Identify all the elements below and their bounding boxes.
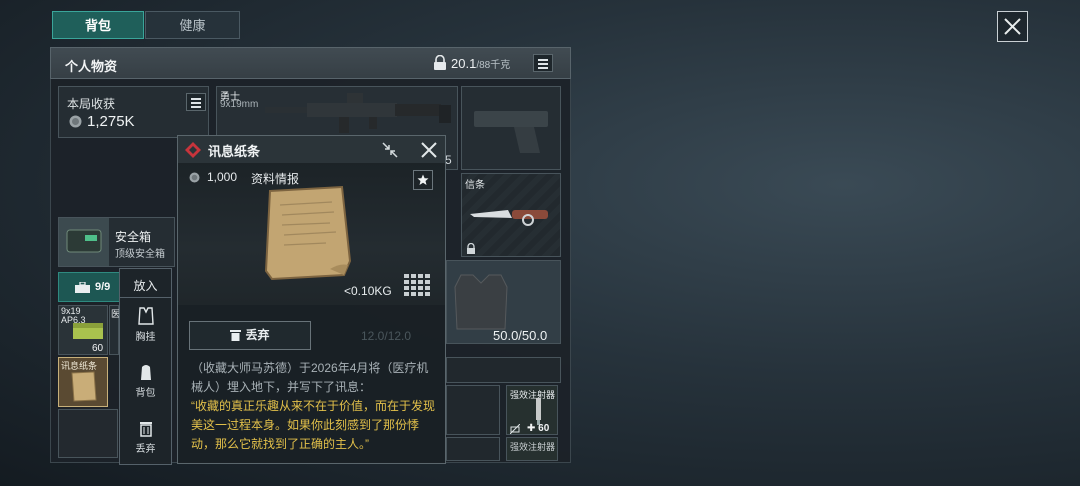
panel-header: 个人物资 20.1/88千克 — [50, 47, 571, 79]
ammo-item[interactable]: 9x19 AP6.3 60 — [58, 305, 108, 355]
loot-menu-button[interactable] — [186, 93, 206, 111]
armor-durability: 50.0/50.0 — [493, 328, 548, 343]
medical-item[interactable]: 医 — [109, 305, 120, 355]
pistol-slot[interactable] — [461, 86, 561, 170]
paper-note-icon — [71, 371, 97, 402]
container-tab[interactable]: 9/9 — [58, 272, 120, 302]
backpack-icon — [140, 365, 151, 380]
rarity-diamond-icon — [185, 142, 201, 158]
injector-qty: ✚ 60 — [527, 423, 550, 434]
coin-icon — [189, 172, 200, 183]
description-text: （收藏大师马苏德）于2026年4月将（医疗机械人）埋入地下，并写下了讯息： — [191, 361, 429, 394]
melee-slot[interactable]: 信条 — [461, 173, 561, 257]
vest-icon — [137, 307, 154, 325]
safe-box-icon — [66, 229, 102, 253]
rifle-icon — [265, 93, 451, 133]
item-price: 1,000 — [207, 170, 238, 184]
ammo-box-icon — [73, 323, 103, 339]
injector-qty-value: 60 — [538, 423, 550, 434]
trash-icon — [139, 422, 152, 437]
weight-current: 20.1 — [451, 56, 477, 71]
injector-item[interactable]: 强效注射器 ✚ 60 — [506, 385, 558, 435]
chest-rig-label: 胸挂 — [135, 332, 156, 343]
grid-size-icon — [404, 274, 430, 296]
favorite-button[interactable] — [413, 170, 433, 190]
hidden-durability: 12.0/12.0 — [361, 329, 412, 343]
put-into-header: 放入 — [133, 279, 158, 293]
grid-row-divider — [446, 357, 561, 383]
weight-readout: 20.1/88千克 — [451, 56, 510, 71]
popup-header: 讯息纸条 — [178, 136, 445, 164]
trash-icon — [230, 330, 242, 341]
tab-backpack[interactable]: 背包 — [52, 11, 144, 39]
empty-grid-cell-3[interactable] — [446, 437, 500, 461]
popup-title: 讯息纸条 — [208, 144, 261, 159]
close-icon — [1004, 18, 1021, 35]
discard-button[interactable]: 丢弃 — [189, 321, 311, 350]
panel-title: 个人物资 — [65, 59, 118, 74]
message-note-item[interactable]: 讯息纸条 — [58, 357, 108, 407]
armor-vest-icon — [454, 274, 508, 330]
discard-menu-label: 丢弃 — [135, 444, 156, 455]
discard-label: 丢弃 — [245, 328, 270, 342]
put-into-backpack-button[interactable]: 背包 — [120, 363, 171, 405]
empty-grid-cell[interactable] — [58, 409, 118, 458]
toolbox-icon — [75, 282, 90, 293]
put-into-menu: 放入 胸挂 背包 丢弃 — [119, 268, 172, 465]
item-detail-popup: 讯息纸条 1,000 资料情报 <0.10KG 丢弃 12.0/12.0 （收藏… — [177, 135, 446, 464]
injector-item-2[interactable]: 强效注射器 — [506, 437, 558, 461]
container-count: 9/9 — [95, 281, 111, 293]
lock-icon — [467, 243, 475, 254]
loot-summary[interactable]: 本局收获 1,275K — [58, 86, 209, 138]
item-weight: <0.10KG — [344, 284, 392, 298]
loot-value: 1,275K — [87, 113, 135, 130]
popup-close-icon[interactable] — [419, 140, 439, 160]
menu-divider — [120, 297, 171, 298]
safe-box-name: 安全箱 — [115, 230, 152, 244]
lock-weight-icon — [434, 55, 446, 70]
knife-icon — [470, 210, 548, 226]
close-button[interactable] — [997, 11, 1028, 42]
description-quote: “收藏的真正乐趣从来不在于价值，而在于发现美这一过程本身。如果你此刻感到了那份悸… — [191, 399, 435, 451]
safe-box-sub: 顶级安全箱 — [115, 249, 165, 260]
put-into-chest-rig-button[interactable]: 胸挂 — [120, 307, 171, 349]
backpack-label: 背包 — [135, 388, 156, 399]
syringe-icon — [536, 398, 541, 425]
star-icon — [417, 174, 429, 185]
sort-menu-button[interactable] — [533, 54, 553, 72]
item-description: （收藏大师马苏德）于2026年4月将（医疗机械人）埋入地下，并写下了讯息： “收… — [191, 359, 439, 454]
safe-box-thumb — [59, 218, 109, 266]
melee-name: 信条 — [465, 180, 485, 191]
armor-slot[interactable]: 50.0/50.0 — [446, 260, 561, 344]
item-preview: 1,000 资料情报 <0.10KG — [178, 163, 445, 305]
loot-title: 本局收获 — [67, 97, 116, 111]
pistol-silhouette-icon — [474, 111, 548, 153]
weight-max: /88千克 — [476, 60, 511, 71]
weapon-ammo-count: 5 — [445, 153, 452, 167]
coin-icon — [69, 115, 82, 128]
discard-menu-button[interactable]: 丢弃 — [120, 419, 171, 461]
ammo-item-qty: 60 — [92, 343, 104, 354]
tab-health[interactable]: 健康 — [145, 11, 240, 39]
collapse-icon[interactable] — [381, 141, 399, 159]
injector-name-2: 强效注射器 — [510, 442, 556, 452]
empty-grid-cell-2[interactable] — [446, 385, 500, 435]
paper-note-large-icon — [264, 185, 352, 281]
safe-box-slot[interactable]: 安全箱 顶级安全箱 — [58, 217, 175, 267]
no-repair-icon — [510, 424, 520, 434]
